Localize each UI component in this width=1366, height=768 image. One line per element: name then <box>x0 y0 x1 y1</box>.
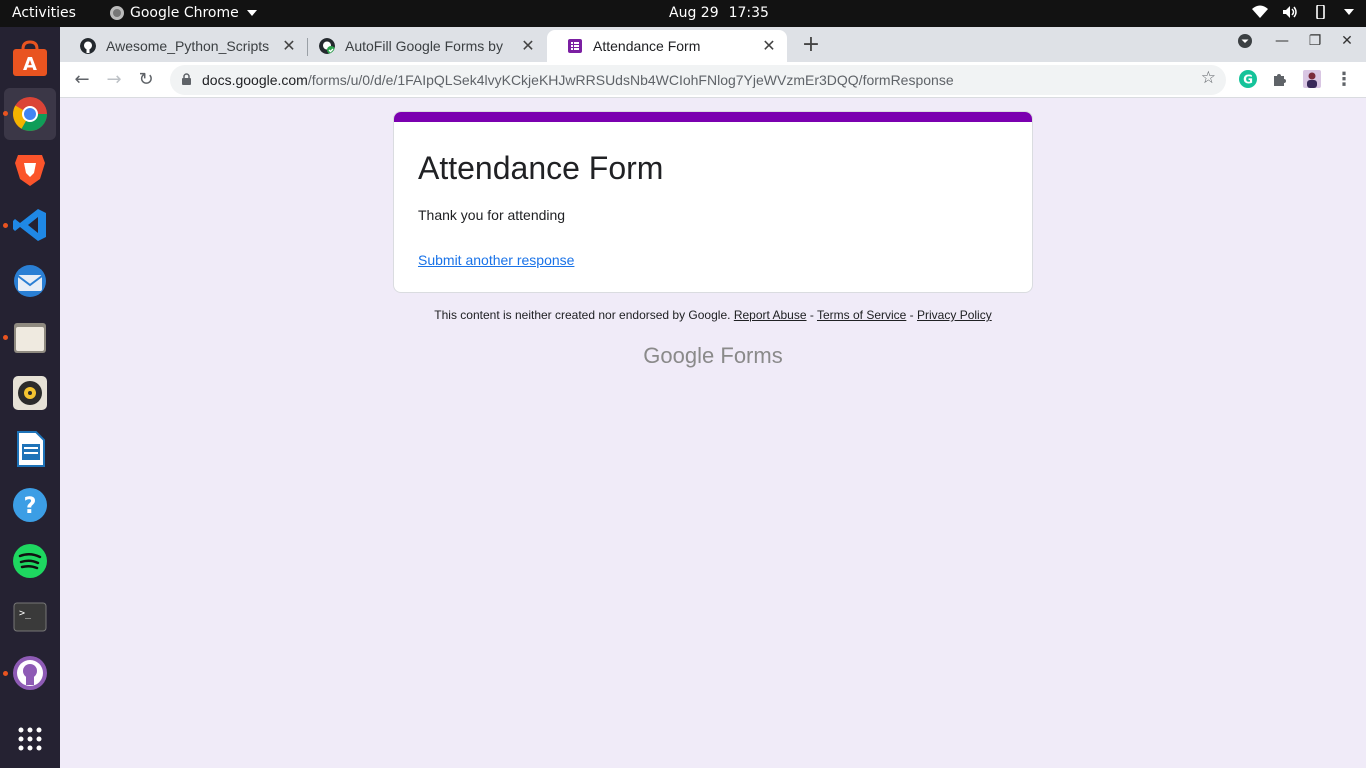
profile-avatar[interactable] <box>1303 70 1321 88</box>
restore-icon[interactable]: ❐ <box>1303 33 1327 49</box>
chrome-icon[interactable] <box>10 94 50 134</box>
url-text[interactable]: docs.google.com/forms/u/0/d/e/1FAIpQLSek… <box>202 72 954 88</box>
close-icon[interactable]: ✕ <box>516 36 540 56</box>
form-accent-bar <box>394 112 1032 122</box>
chrome-icon <box>110 6 124 20</box>
svg-text:A: A <box>23 54 37 75</box>
tab-title: AutoFill Google Forms by <box>345 38 503 54</box>
clock-date: Aug 29 <box>669 5 719 21</box>
url-host: docs.google.com <box>202 72 308 88</box>
terminal-icon[interactable]: >_ <box>10 597 50 637</box>
page-content: Attendance Form Thank you for attending … <box>60 98 1366 768</box>
logo-forms: Forms <box>720 343 783 368</box>
svg-text:G: G <box>1243 73 1253 87</box>
tab-awesome-python-scripts[interactable]: Awesome_Python_Scripts ✕ <box>60 30 307 62</box>
chrome-window: Awesome_Python_Scripts ✕ AutoFill Google… <box>60 27 1366 768</box>
clock-time: 17:35 <box>728 5 769 21</box>
running-indicator <box>3 223 8 228</box>
help-icon[interactable]: ? <box>10 485 50 525</box>
github-icon <box>80 38 96 54</box>
volume-icon <box>1283 6 1297 18</box>
svg-text:?: ? <box>24 494 37 519</box>
clock[interactable]: Aug 29 17:35 <box>669 5 769 21</box>
github-desktop-icon[interactable] <box>10 653 50 693</box>
logo-google: Google <box>643 343 715 368</box>
spotify-icon[interactable] <box>10 541 50 581</box>
grid-icon[interactable] <box>10 719 50 759</box>
tab-attendance-form[interactable]: Attendance Form ✕ <box>547 30 787 62</box>
running-indicator <box>3 335 8 340</box>
url-path: /forms/u/0/d/e/1FAIpQLSek4lvyKCkjeKHJwRR… <box>307 72 954 88</box>
chevron-down-icon <box>1344 9 1354 15</box>
chrome-menu-icon[interactable]: ⋮ <box>1332 68 1356 92</box>
files-icon[interactable] <box>10 317 50 357</box>
grammarly-icon[interactable]: G <box>1239 70 1257 88</box>
terms-of-service-link[interactable]: Terms of Service <box>817 308 906 322</box>
extensions-puzzle-icon[interactable] <box>1271 70 1289 88</box>
tab-title: Attendance Form <box>593 38 701 54</box>
running-indicator <box>3 111 8 116</box>
tab-title: Awesome_Python_Scripts <box>106 38 270 54</box>
confirmation-message: Thank you for attending <box>418 207 566 223</box>
system-tray[interactable] <box>1252 5 1354 19</box>
svg-text:>_: >_ <box>19 608 32 619</box>
google-forms-logo[interactable]: Google Forms <box>60 343 1366 369</box>
close-window-icon[interactable]: ✕ <box>1335 33 1359 49</box>
rhythmbox-icon[interactable] <box>10 373 50 413</box>
disclaimer-text: This content is neither created nor endo… <box>434 308 731 322</box>
github-check-icon <box>319 38 335 54</box>
app-menu[interactable]: Google Chrome <box>110 5 257 21</box>
brave-icon[interactable] <box>10 149 50 189</box>
chevron-down-icon <box>246 10 257 16</box>
close-icon[interactable]: ✕ <box>757 36 781 56</box>
footer-disclaimer: This content is neither created nor endo… <box>60 308 1366 322</box>
activities-button[interactable]: Activities <box>12 5 76 21</box>
privacy-policy-link[interactable]: Privacy Policy <box>917 308 992 322</box>
close-icon[interactable]: ✕ <box>277 36 301 56</box>
new-tab-button[interactable]: + <box>797 32 825 57</box>
thunderbird-icon[interactable] <box>10 261 50 301</box>
reload-button[interactable]: ↻ <box>134 68 158 92</box>
vscode-icon[interactable] <box>10 205 50 245</box>
app-menu-label: Google Chrome <box>130 5 239 21</box>
minimize-icon[interactable]: — <box>1270 33 1294 49</box>
dock: A ? >_ <box>0 27 60 768</box>
back-button[interactable]: ← <box>70 68 94 92</box>
wifi-icon <box>1252 5 1268 18</box>
form-title: Attendance Form <box>418 150 664 186</box>
libreoffice-writer-icon[interactable] <box>10 429 50 469</box>
form-card: Attendance Form Thank you for attending … <box>393 111 1033 293</box>
ubuntu-software-icon[interactable]: A <box>10 39 50 79</box>
lock-icon <box>182 73 191 85</box>
running-indicator <box>3 671 8 676</box>
gnome-top-bar: Activities Google Chrome Aug 29 17:35 <box>0 0 1366 27</box>
bookmark-star-icon[interactable]: ☆ <box>1201 68 1216 88</box>
footer-separator: - <box>906 308 918 322</box>
google-forms-icon <box>568 39 582 53</box>
tab-autofill-google-forms[interactable]: AutoFill Google Forms by ✕ <box>299 30 546 62</box>
browser-toolbar: ← → ↻ docs.google.com/forms/u/0/d/e/1FAI… <box>60 62 1366 98</box>
address-bar[interactable]: docs.google.com/forms/u/0/d/e/1FAIpQLSek… <box>170 65 1226 95</box>
submit-another-response-link[interactable]: Submit another response <box>418 252 574 268</box>
tab-strip: Awesome_Python_Scripts ✕ AutoFill Google… <box>60 27 1366 62</box>
tab-search-icon[interactable] <box>1233 33 1257 53</box>
footer-separator: - <box>806 308 817 322</box>
forward-button[interactable]: → <box>102 68 126 92</box>
phone-icon <box>1316 5 1325 19</box>
report-abuse-link[interactable]: Report Abuse <box>734 308 807 322</box>
